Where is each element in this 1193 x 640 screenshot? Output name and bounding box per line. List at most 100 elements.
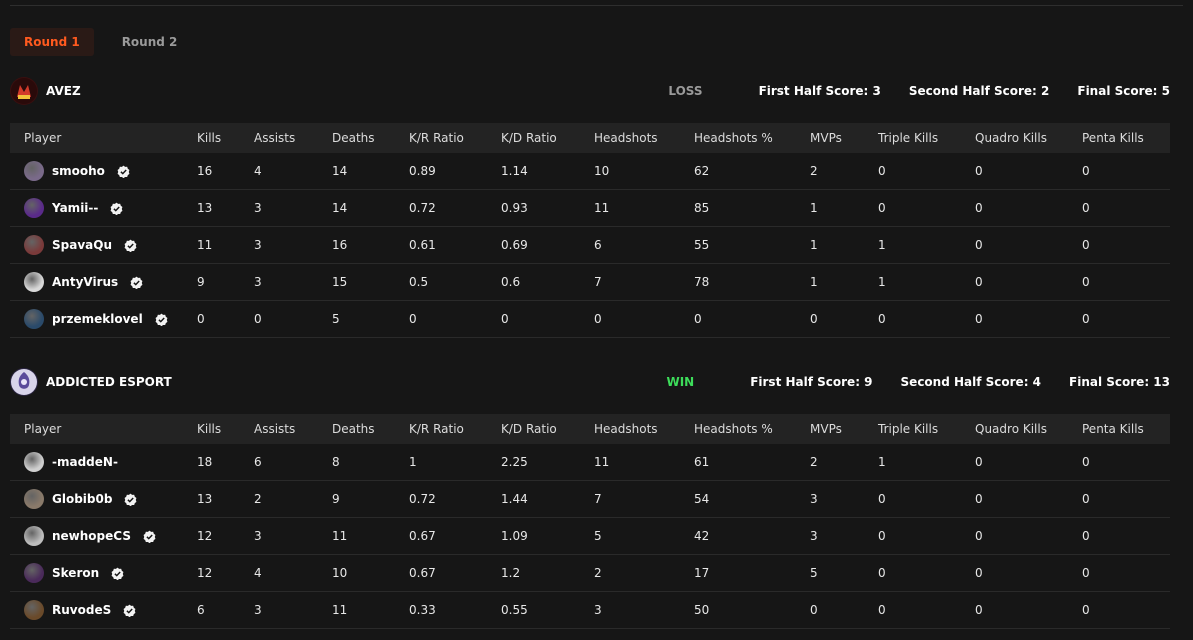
player-name[interactable]: newhopeCS [52,529,131,543]
stat-assists: 3 [254,517,332,555]
avatar[interactable] [24,198,44,218]
team-section-avez: AVEZ LOSS First Half Score: 3 Second Hal… [10,73,1170,338]
team-scores: LOSS First Half Score: 3 Second Half Sco… [668,84,1170,98]
stat-kills: 13 [197,189,254,227]
column-header-mvps: MVPs [810,131,842,145]
player-info[interactable]: smooho [24,161,197,181]
stat-penta-kills: 0 [1082,189,1170,227]
tab-round-1[interactable]: Round 1 [10,28,94,56]
addicted-logo-icon [11,369,37,395]
verified-badge-icon [124,239,137,252]
round-tabs: Round 1 Round 2 [10,28,191,56]
stat-headshots: 2 [594,554,694,592]
stat-assists: 4 [254,153,332,190]
stat-triple-kills: 0 [878,189,975,227]
stat-quadro-kills: 0 [975,444,1082,481]
stat-headshots-percent: 17 [694,554,810,592]
stat-kr-ratio: 0 [409,300,501,338]
avatar[interactable] [24,161,44,181]
column-header-assists: Assists [254,422,296,436]
player-cell: Yamii-- [10,189,197,227]
player-info[interactable]: Globib0b [24,489,197,509]
player-name[interactable]: Yamii-- [52,201,98,215]
player-info[interactable]: Yamii-- [24,198,197,218]
stat-headshots-percent: 42 [694,517,810,555]
player-info[interactable]: SpavaQu [24,235,197,255]
column-header-kills: Kills [197,131,222,145]
stat-penta-kills: 0 [1082,591,1170,629]
avatar[interactable] [24,489,44,509]
player-cell: Skeron [10,554,197,592]
stat-headshots-percent: 85 [694,189,810,227]
avatar[interactable] [24,452,44,472]
stat-assists: 3 [254,189,332,227]
column-header-player: Player [24,131,62,145]
stat-kills: 16 [197,153,254,190]
verified-badge-icon [155,313,168,326]
stat-penta-kills: 0 [1082,300,1170,338]
table-row: newhopeCS 12 3 11 0.67 1.09 5 42 3 0 0 0 [10,517,1170,555]
stat-kd-ratio: 1.09 [501,517,594,555]
player-cell: RuvodeS [10,591,197,629]
player-info[interactable]: Skeron [24,563,197,583]
player-stats-table: Player Kills Assists Deaths K/R Ratio K/D Rat… [10,123,1170,338]
avatar[interactable] [24,526,44,546]
table-row: smooho 16 4 14 0.89 1.14 10 62 2 0 0 0 [10,153,1170,190]
verified-badge-icon [130,276,143,289]
column-header-k-d-ratio: K/D Ratio [501,131,557,145]
avatar[interactable] [24,272,44,292]
stat-headshots-percent: 0 [694,300,810,338]
verified-badge-icon [111,567,124,580]
avatar[interactable] [24,600,44,620]
avatar[interactable] [24,235,44,255]
stat-assists: 6 [254,444,332,481]
stat-kd-ratio: 0.6 [501,263,594,301]
player-info[interactable]: newhopeCS [24,526,197,546]
stat-kills: 9 [197,263,254,301]
stat-mvps: 3 [810,517,878,555]
stat-assists: 4 [254,554,332,592]
stat-headshots-percent: 55 [694,226,810,264]
player-name[interactable]: AntyVirus [52,275,118,289]
stat-mvps: 3 [810,480,878,518]
player-name[interactable]: -maddeN- [52,455,118,469]
stat-triple-kills: 0 [878,153,975,190]
player-info[interactable]: AntyVirus [24,272,197,292]
stat-mvps: 0 [810,591,878,629]
stat-triple-kills: 0 [878,300,975,338]
player-cell: newhopeCS [10,517,197,555]
stat-deaths: 14 [332,189,409,227]
player-info[interactable]: -maddeN- [24,452,197,472]
column-header-penta-kills: Penta Kills [1082,422,1144,436]
column-header-player: Player [24,422,62,436]
avatar[interactable] [24,563,44,583]
table-header-row: Player Kills Assists Deaths K/R Ratio K/D Rat… [10,414,1170,444]
column-header-headshots: Headshots [594,422,658,436]
player-name[interactable]: Globib0b [52,492,112,506]
player-info[interactable]: przemeklovel [24,309,197,329]
player-name[interactable]: SpavaQu [52,238,112,252]
stat-triple-kills: 0 [878,554,975,592]
stat-triple-kills: 1 [878,226,975,264]
tab-round-2[interactable]: Round 2 [106,28,192,56]
stat-kd-ratio: 0 [501,300,594,338]
verified-badge-icon [117,165,130,178]
stat-kills: 6 [197,591,254,629]
stat-triple-kills: 0 [878,517,975,555]
player-info[interactable]: RuvodeS [24,600,197,620]
avatar[interactable] [24,309,44,329]
stat-kd-ratio: 0.69 [501,226,594,264]
player-cell: AntyVirus [10,263,197,301]
stat-quadro-kills: 0 [975,554,1082,592]
stat-kd-ratio: 0.93 [501,189,594,227]
table-row: -maddeN- 18 6 8 1 2.25 11 61 2 1 0 0 [10,444,1170,481]
player-name[interactable]: RuvodeS [52,603,111,617]
stat-mvps: 5 [810,554,878,592]
player-name[interactable]: Skeron [52,566,99,580]
column-header-penta-kills: Penta Kills [1082,131,1144,145]
player-name[interactable]: smooho [52,164,105,178]
column-header-k-r-ratio: K/R Ratio [409,422,464,436]
player-name[interactable]: przemeklovel [52,312,143,326]
match-result: LOSS [668,84,703,98]
stat-kills: 11 [197,226,254,264]
